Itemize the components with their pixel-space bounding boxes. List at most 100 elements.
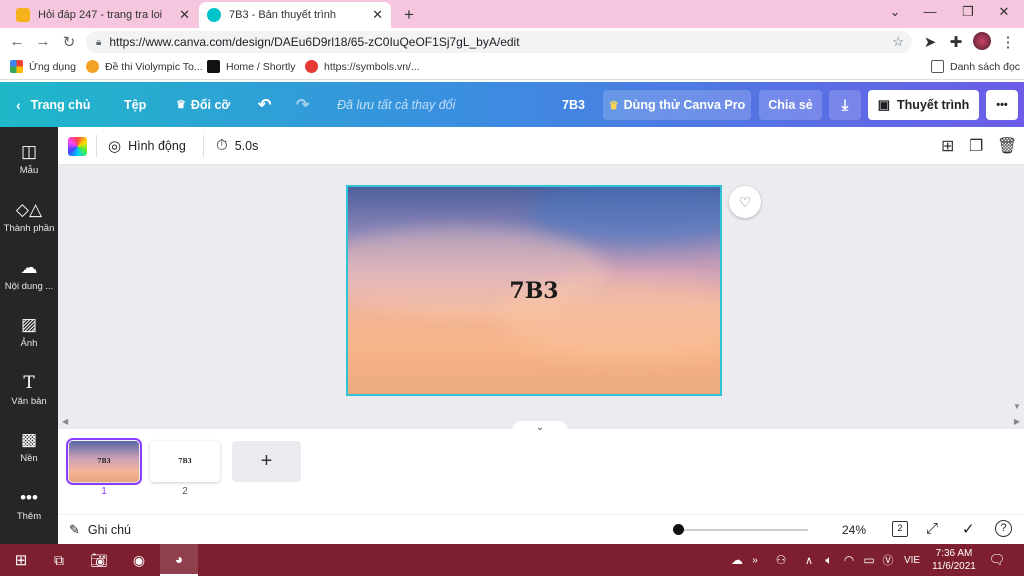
symbols-icon: [305, 60, 318, 73]
bookmark-apps[interactable]: Ứng dụng: [10, 60, 76, 73]
restore-icon[interactable]: ❐: [958, 4, 978, 20]
onedrive-icon[interactable]: ☁: [726, 544, 748, 576]
duplicate-page-icon[interactable]: ❐: [969, 136, 983, 156]
language-indicator[interactable]: VIE: [900, 544, 924, 576]
wifi-icon[interactable]: ◠: [840, 544, 858, 576]
close-tab-icon[interactable]: ✕: [179, 7, 190, 23]
file-menu-button[interactable]: Tệp: [124, 82, 146, 127]
timer-icon: ⏱: [216, 137, 228, 154]
left-sidebar: ◫ Mẫu ◇△ Thành phần ☁ Nội dung ... ▨ Ảnh…: [0, 127, 58, 544]
timing-button[interactable]: ⏱ 5.0s: [216, 137, 258, 154]
color-picker-icon[interactable]: [68, 137, 87, 156]
close-tab-icon[interactable]: ✕: [372, 7, 383, 23]
thumbnail-title: 7B3: [97, 458, 111, 465]
tab-search-icon[interactable]: ⌄: [885, 4, 905, 20]
minimize-icon[interactable]: —: [920, 4, 940, 19]
tab-title: 7B3 - Bản thuyết trình: [229, 9, 337, 21]
try-canva-pro-button[interactable]: ♛ Dùng thử Canva Pro: [603, 90, 751, 120]
sidebar-item-label: Nền: [20, 453, 38, 464]
try-pro-label: Dùng thử Canva Pro: [623, 98, 746, 112]
profile-avatar[interactable]: [973, 32, 991, 50]
page-number: 2: [182, 486, 188, 497]
task-view-icon[interactable]: ⧉: [44, 544, 74, 576]
url-input[interactable]: 🔒︎ https://www.canva.com/design/DAEu6D9r…: [86, 31, 912, 53]
chrome-app-icon[interactable]: ◕: [160, 544, 198, 576]
check-circle-icon[interactable]: ✓: [962, 520, 975, 538]
reading-list[interactable]: Danh sách đọc: [931, 60, 1020, 73]
slide-canvas[interactable]: 7B3: [346, 185, 722, 396]
undo-icon[interactable]: ↶: [258, 82, 271, 127]
sidebar-item-background[interactable]: ▩ Nền: [0, 429, 58, 464]
clock-time: 7:36 AM: [935, 548, 973, 559]
more-options-button[interactable]: •••: [986, 90, 1018, 120]
extensions-puzzle-icon[interactable]: ✚: [947, 33, 965, 51]
sidebar-item-elements[interactable]: ◇△ Thành phần: [0, 199, 58, 234]
resize-button[interactable]: ♛ Đổi cỡ: [176, 82, 230, 127]
document-title[interactable]: 7B3: [562, 82, 585, 127]
home-button[interactable]: ‹ Trang chủ: [16, 82, 90, 127]
thumbnail-title: 7B3: [178, 458, 192, 465]
vietkey-icon[interactable]: Ⓥ: [879, 544, 897, 576]
sidebar-item-photos[interactable]: ▨ Ảnh: [0, 314, 58, 349]
sidebar-item-more[interactable]: ••• Thêm: [0, 487, 58, 522]
close-window-icon[interactable]: ✕: [994, 4, 1014, 20]
add-comment-icon[interactable]: ♡: [729, 186, 761, 218]
bookmark-star-icon[interactable]: ☆: [892, 34, 904, 50]
sidebar-item-text[interactable]: T Văn bản: [0, 372, 58, 407]
crown-icon: ♛: [176, 99, 186, 111]
browser-menu-icon[interactable]: ⋮: [999, 33, 1017, 51]
sidebar-item-templates[interactable]: ◫ Mẫu: [0, 141, 58, 176]
browser-tab-canva[interactable]: 7B3 - Bản thuyết trình ✕: [199, 2, 391, 28]
extension-cursor-icon[interactable]: ➤: [921, 33, 939, 51]
page-thumbnail-1[interactable]: 7B3: [66, 438, 142, 485]
notes-icon: ✎: [69, 522, 80, 537]
people-icon[interactable]: ⚇: [772, 544, 790, 576]
sidebar-item-uploads[interactable]: ☁ Nội dung ...: [0, 257, 58, 292]
fullscreen-icon[interactable]: ⤢: [926, 520, 938, 537]
scroll-down-icon[interactable]: ▼: [1013, 402, 1021, 411]
present-button[interactable]: ▣ Thuyết trình: [868, 90, 979, 120]
back-icon[interactable]: ←: [8, 33, 26, 50]
share-button[interactable]: Chia sẻ: [759, 90, 822, 120]
browser-app-icon[interactable]: ◉: [124, 544, 154, 576]
page-count-badge[interactable]: 2: [892, 521, 908, 537]
resize-label: Đổi cỡ: [190, 97, 231, 112]
show-hidden-icons[interactable]: ∧: [800, 544, 818, 576]
page-thumbnail-2[interactable]: 7B3: [150, 441, 220, 482]
forward-icon[interactable]: →: [34, 33, 52, 50]
bookmark-label: Đề thi Violympic To...: [105, 60, 203, 73]
notes-button[interactable]: ✎ Ghi chú: [69, 522, 131, 538]
shortly-icon: [207, 60, 220, 73]
browser-tab-hoidap[interactable]: Hỏi đáp 247 - trang tra loi ✕: [8, 2, 198, 28]
volume-icon[interactable]: 🔈︎: [820, 544, 838, 576]
help-icon[interactable]: ?: [995, 520, 1012, 537]
add-page-icon[interactable]: ⊞: [941, 136, 954, 156]
download-icon[interactable]: ⤓: [829, 90, 861, 120]
zoom-slider-track[interactable]: [678, 529, 808, 531]
bookmark-symbols[interactable]: https://symbols.vn/...: [305, 60, 420, 73]
notifications-icon[interactable]: 🗨︎: [986, 544, 1008, 576]
windows-start-icon[interactable]: ⊞: [6, 544, 36, 576]
collapse-pages-icon[interactable]: ⌄: [512, 421, 568, 433]
scroll-right-icon[interactable]: ▶: [1014, 417, 1020, 426]
photo-icon: ▨: [20, 315, 38, 334]
animation-button[interactable]: ◎ Hình động: [108, 137, 186, 155]
windows-taskbar: ⊞ ⧉ 📷︎ ◉ ◕ ☁ » ⚇ ∧ 🔈︎ ◠ ▭ Ⓥ VIE 7:36 AM …: [0, 544, 1024, 576]
bookmark-shortly[interactable]: Home / Shortly: [207, 60, 295, 73]
new-tab-button[interactable]: +: [396, 2, 420, 28]
bookmark-violympic[interactable]: Đề thi Violympic To...: [86, 60, 203, 73]
bookmark-label: https://symbols.vn/...: [324, 60, 420, 73]
camera-app-icon[interactable]: 📷︎: [84, 544, 114, 576]
zoom-slider-thumb[interactable]: [673, 524, 684, 535]
tray-expand-icon[interactable]: »: [748, 544, 762, 576]
scroll-left-icon[interactable]: ◀: [62, 417, 68, 426]
battery-icon[interactable]: ▭: [860, 544, 878, 576]
zoom-percent[interactable]: 24%: [842, 523, 866, 537]
hoidap-favicon-icon: [16, 8, 30, 22]
slide-title[interactable]: 7B3: [348, 187, 720, 394]
clock[interactable]: 7:36 AM 11/6/2021: [928, 547, 980, 573]
reload-icon[interactable]: ↻: [60, 33, 78, 51]
redo-icon[interactable]: ↷: [296, 82, 309, 127]
add-page-button[interactable]: +: [232, 441, 301, 482]
delete-page-icon[interactable]: 🗑︎: [997, 136, 1017, 156]
